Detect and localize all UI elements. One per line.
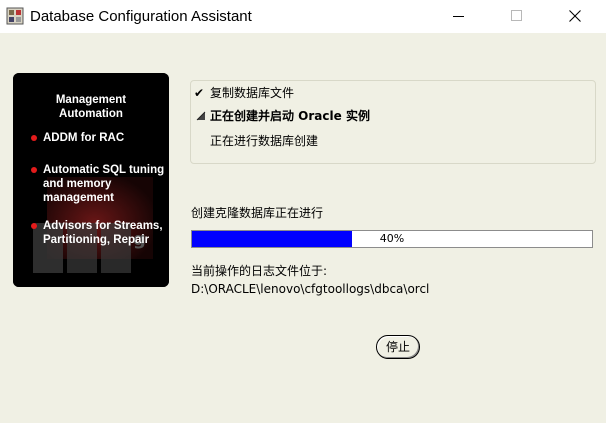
feature-item: Advisors for Streams, Partitioning, Repa… <box>43 220 163 246</box>
minimize-icon <box>453 16 464 17</box>
progress-bar: 40% <box>191 230 593 248</box>
check-icon: ✔ <box>194 86 205 100</box>
feature-item: ADDM for RAC <box>43 132 125 144</box>
management-automation-banner: g Management Automation ADDM for RAC Aut… <box>13 73 169 287</box>
step-copy-files: 复制数据库文件 <box>210 86 295 100</box>
maximize-icon <box>511 10 522 21</box>
title-bar: Database Configuration Assistant <box>0 0 606 33</box>
bullet-icon <box>31 167 37 173</box>
feature-item: Automatic SQL tuning and memory manageme… <box>43 164 165 204</box>
log-file-label: 当前操作的日志文件位于: <box>191 264 328 278</box>
bullet-icon <box>31 223 37 229</box>
window-title: Database Configuration Assistant <box>30 8 252 25</box>
minimize-button[interactable] <box>436 0 482 33</box>
progress-label: 创建克隆数据库正在进行 <box>191 206 324 220</box>
in-progress-arrow-icon <box>196 111 206 121</box>
bullet-icon <box>31 135 37 141</box>
maximize-button[interactable] <box>494 0 540 33</box>
database-app-icon <box>6 7 24 25</box>
step-create-instance: 正在创建并启动 Oracle 实例 <box>210 109 370 123</box>
step-create-database: 正在进行数据库创建 <box>210 134 319 148</box>
close-icon <box>569 10 581 22</box>
progress-percent: 40% <box>379 232 405 245</box>
stop-button[interactable]: 停止 <box>376 335 420 359</box>
close-button[interactable] <box>552 0 598 33</box>
side-panel-heading: Management Automation <box>13 93 169 121</box>
log-file-path: D:\ORACLE\lenovo\cfgtoollogs\dbca\orcl <box>191 282 430 296</box>
side-panel-heading-text: Management Automation <box>55 94 127 120</box>
